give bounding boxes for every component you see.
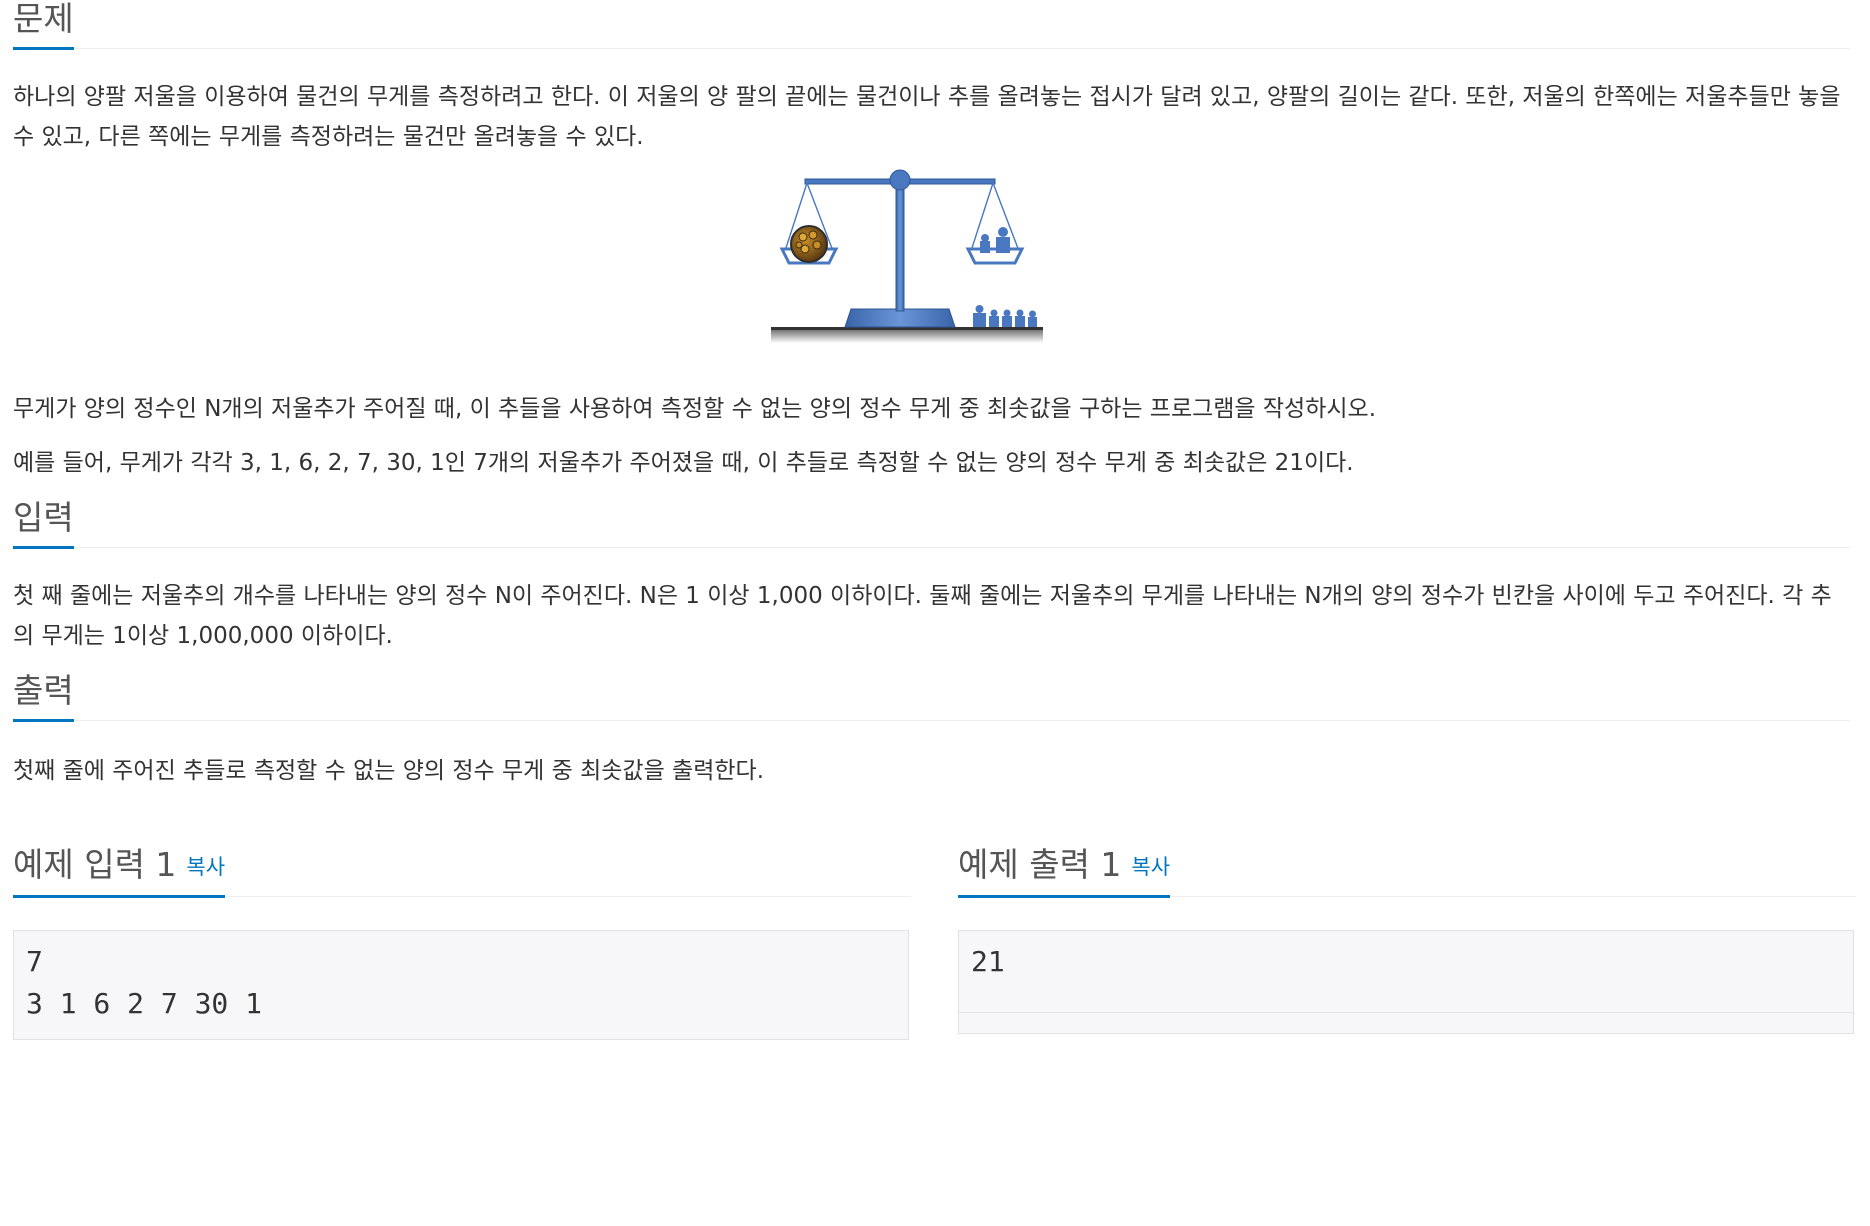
copy-sample-output-link[interactable]: 복사 bbox=[1131, 855, 1170, 879]
sample-output-title-text: 예제 출력 1 bbox=[958, 845, 1122, 884]
problem-page: 문제 하나의 양팔 저울을 이용하여 물건의 무게를 측정하려고 한다. 이 저… bbox=[13, 0, 1850, 795]
sample-output-box-footer bbox=[958, 1012, 1854, 1034]
input-title: 입력 bbox=[13, 490, 74, 549]
input-description: 첫 째 줄에는 저울추의 개수를 나타내는 양의 정수 N이 주어진다. N은 … bbox=[13, 583, 1832, 649]
sample-output-box[interactable]: 21 bbox=[958, 930, 1854, 1012]
balance-scale-figure bbox=[13, 157, 1850, 383]
sample-input-header: 예제 입력 1 복사 bbox=[13, 834, 911, 898]
balance-scale-illustration bbox=[771, 169, 1043, 343]
problem-task: 무게가 양의 정수인 N개의 저울추가 주어질 때, 이 추들을 사용하여 측정… bbox=[13, 396, 1377, 422]
output-description: 첫째 줄에 주어진 추들로 측정할 수 없는 양의 정수 무게 중 최솟값을 출… bbox=[13, 758, 765, 784]
copy-sample-input-link[interactable]: 복사 bbox=[186, 855, 225, 879]
sample-output-panel: 예제 출력 1 복사 21 bbox=[958, 834, 1856, 1034]
problem-description: 하나의 양팔 저울을 이용하여 물건의 무게를 측정하려고 한다. 이 저울의 … bbox=[13, 84, 1841, 150]
sample-input-panel: 예제 입력 1 복사 7 3 1 6 2 7 30 1 bbox=[13, 834, 911, 1040]
input-section-header: 입력 bbox=[13, 489, 1850, 549]
sample-input-box[interactable]: 7 3 1 6 2 7 30 1 bbox=[13, 930, 909, 1040]
sample-input-title-text: 예제 입력 1 bbox=[13, 845, 177, 884]
sample-output-title: 예제 출력 1 복사 bbox=[958, 837, 1171, 898]
sample-input-title: 예제 입력 1 복사 bbox=[13, 837, 226, 898]
problem-example: 예를 들어, 무게가 각각 3, 1, 6, 2, 7, 30, 1인 7개의 … bbox=[13, 450, 1354, 476]
sample-output-header: 예제 출력 1 복사 bbox=[958, 834, 1856, 898]
output-title: 출력 bbox=[13, 663, 74, 722]
problem-title: 문제 bbox=[13, 0, 74, 50]
output-section-header: 출력 bbox=[13, 662, 1850, 722]
problem-section-header: 문제 bbox=[13, 0, 1850, 50]
